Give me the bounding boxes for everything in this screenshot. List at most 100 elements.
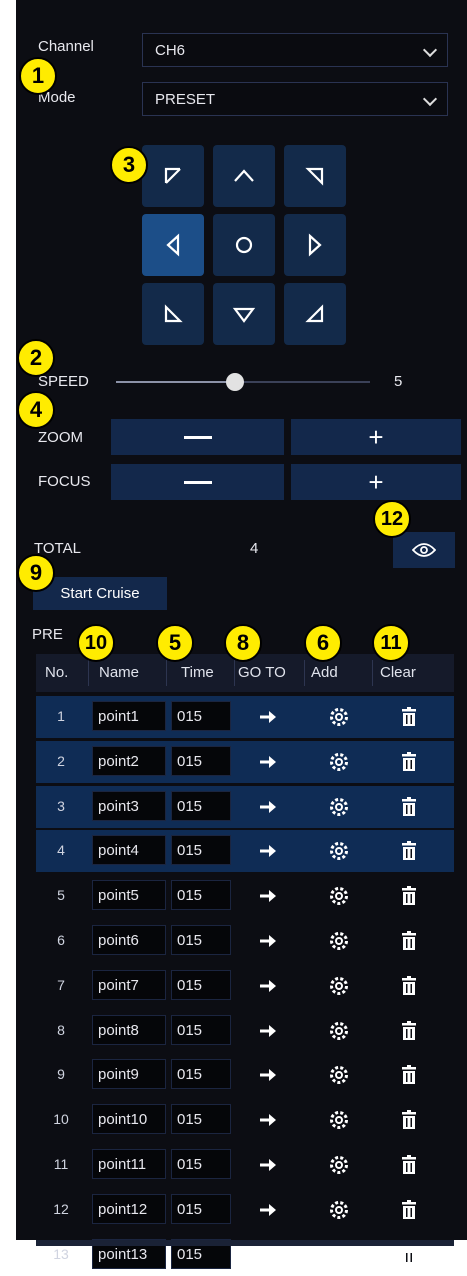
start-cruise-button[interactable]: Start Cruise (33, 577, 167, 610)
preset-time-input[interactable]: 015 (171, 1015, 231, 1045)
gear-icon[interactable] (328, 706, 350, 728)
gear-icon[interactable] (328, 975, 350, 997)
table-row[interactable]: 11 point11 015 (36, 1144, 454, 1186)
callout-badge: 12 (373, 500, 411, 538)
trash-icon[interactable] (398, 751, 420, 773)
zoom-out-button[interactable] (111, 419, 284, 455)
table-row[interactable]: 12 point12 015 (36, 1189, 454, 1231)
ptz-center-button[interactable] (213, 214, 275, 276)
row-number: 3 (57, 798, 65, 814)
preset-name-input[interactable]: point3 (92, 791, 166, 821)
arrow-right-icon[interactable] (258, 796, 280, 818)
ptz-up-button[interactable] (213, 145, 275, 207)
trash-icon[interactable] (398, 840, 420, 862)
gear-icon[interactable] (328, 840, 350, 862)
preset-name-input[interactable]: point4 (92, 835, 166, 865)
gear-icon[interactable] (328, 885, 350, 907)
arrow-up-left-icon (164, 167, 181, 184)
callout-badge: 4 (17, 391, 55, 429)
arrow-right-icon[interactable] (258, 1244, 280, 1266)
ptz-down-left-button[interactable] (142, 283, 204, 345)
table-row[interactable]: 4 point4 015 (36, 830, 454, 872)
preset-name-input[interactable]: point11 (92, 1149, 166, 1179)
table-row[interactable]: 7 point7 015 (36, 965, 454, 1007)
gear-icon[interactable] (328, 751, 350, 773)
preset-time-input[interactable]: 015 (171, 970, 231, 1000)
ptz-up-left-button[interactable] (142, 145, 204, 207)
preset-time-input[interactable]: 015 (171, 1149, 231, 1179)
table-row[interactable]: 2 point2 015 (36, 741, 454, 783)
arrow-right-icon[interactable] (258, 751, 280, 773)
preview-button[interactable] (393, 532, 455, 568)
gear-icon[interactable] (328, 1109, 350, 1131)
preset-name-input[interactable]: point12 (92, 1194, 166, 1224)
preset-name-input[interactable]: point1 (92, 701, 166, 731)
table-row[interactable]: 6 point6 015 (36, 920, 454, 962)
arrow-right-icon[interactable] (258, 1199, 280, 1221)
arrow-right-icon[interactable] (258, 1109, 280, 1131)
horizontal-scrollbar[interactable] (36, 1240, 454, 1246)
ptz-up-right-button[interactable] (284, 145, 346, 207)
gear-icon[interactable] (328, 1199, 350, 1221)
preset-name-input[interactable]: point8 (92, 1015, 166, 1045)
arrow-right-icon[interactable] (258, 706, 280, 728)
arrow-right-icon[interactable] (258, 885, 280, 907)
trash-icon[interactable] (398, 930, 420, 952)
ptz-right-button[interactable] (284, 214, 346, 276)
preset-name-input[interactable]: point2 (92, 746, 166, 776)
preset-time-input[interactable]: 015 (171, 1194, 231, 1224)
trash-icon[interactable] (398, 975, 420, 997)
gear-icon[interactable] (328, 796, 350, 818)
arrow-right-icon[interactable] (258, 1064, 280, 1086)
preset-time-input[interactable]: 015 (171, 701, 231, 731)
gear-icon[interactable] (328, 1244, 350, 1266)
preset-name-input[interactable]: point9 (92, 1059, 166, 1089)
preset-time-input[interactable]: 015 (171, 880, 231, 910)
gear-icon[interactable] (328, 930, 350, 952)
focus-plus-button[interactable]: + (291, 464, 461, 500)
trash-icon[interactable] (398, 1154, 420, 1176)
trash-icon[interactable] (398, 1199, 420, 1221)
preset-time-input[interactable]: 015 (171, 1104, 231, 1134)
arrow-right-icon[interactable] (258, 975, 280, 997)
callout-badge: 2 (17, 339, 55, 377)
trash-icon[interactable] (398, 885, 420, 907)
gear-icon[interactable] (328, 1154, 350, 1176)
preset-time-input[interactable]: 015 (171, 1059, 231, 1089)
preset-time-input[interactable]: 015 (171, 925, 231, 955)
ptz-down-right-button[interactable] (284, 283, 346, 345)
trash-icon[interactable] (398, 1020, 420, 1042)
zoom-in-button[interactable]: + (291, 419, 461, 455)
trash-icon[interactable] (398, 706, 420, 728)
table-row[interactable]: 9 point9 015 (36, 1054, 454, 1096)
ptz-left-button[interactable] (142, 214, 204, 276)
arrow-right-icon[interactable] (258, 930, 280, 952)
gear-icon[interactable] (328, 1064, 350, 1086)
preset-name-input[interactable]: point5 (92, 880, 166, 910)
table-row[interactable]: 1 point1 015 (36, 696, 454, 738)
trash-icon[interactable] (398, 1064, 420, 1086)
preset-name-input[interactable]: point6 (92, 925, 166, 955)
preset-name-input[interactable]: point10 (92, 1104, 166, 1134)
arrow-right-icon[interactable] (258, 1020, 280, 1042)
ptz-down-button[interactable] (213, 283, 275, 345)
preset-time-input[interactable]: 015 (171, 746, 231, 776)
trash-icon[interactable] (398, 796, 420, 818)
callout-badge: 8 (224, 624, 262, 662)
table-row[interactable]: 8 point8 015 (36, 1010, 454, 1052)
mode-select[interactable]: PRESET (142, 82, 448, 116)
arrow-right-icon[interactable] (258, 1154, 280, 1176)
table-row[interactable]: 3 point3 015 (36, 786, 454, 828)
table-row[interactable]: 5 point5 015 (36, 875, 454, 917)
arrow-right-icon[interactable] (258, 840, 280, 862)
gear-icon[interactable] (328, 1020, 350, 1042)
preset-time-input[interactable]: 015 (171, 835, 231, 865)
preset-name-input[interactable]: point7 (92, 970, 166, 1000)
trash-icon[interactable] (398, 1109, 420, 1131)
table-row[interactable]: 10 point10 015 (36, 1099, 454, 1141)
channel-select[interactable]: CH6 (142, 33, 448, 67)
focus-minus-button[interactable] (111, 464, 284, 500)
preset-time-input[interactable]: 015 (171, 791, 231, 821)
trash-icon[interactable] (398, 1244, 420, 1266)
speed-slider[interactable] (116, 373, 370, 391)
